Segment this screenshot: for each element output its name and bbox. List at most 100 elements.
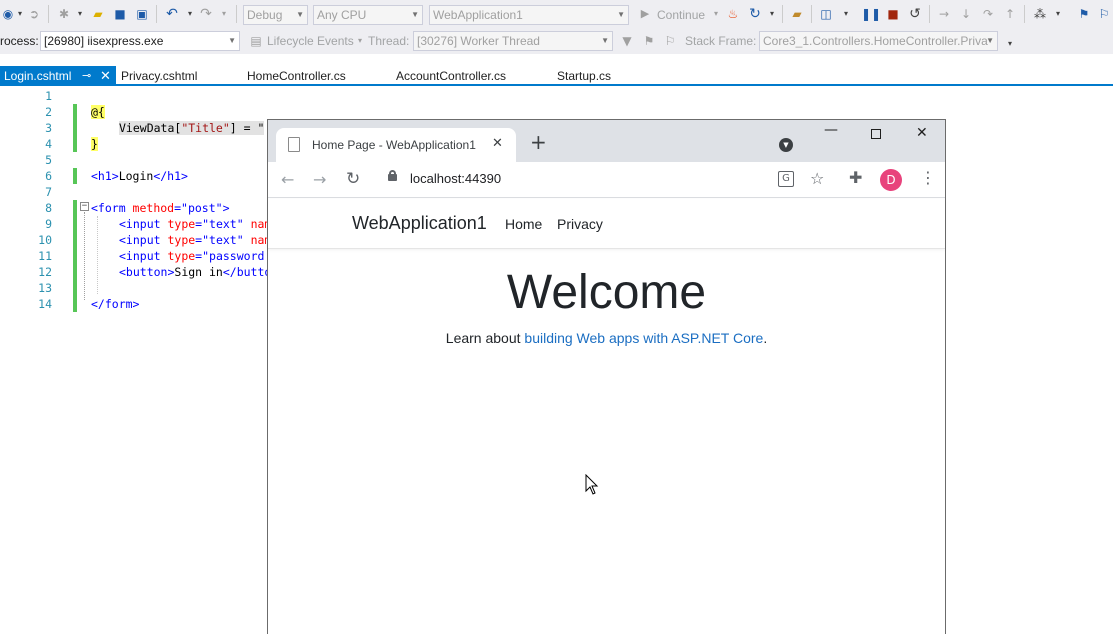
dropdown-arrow-icon[interactable]: ▾ [838, 6, 854, 22]
code-token: Sign in [174, 265, 223, 279]
code-token: "password [202, 249, 265, 263]
thread-icon[interactable]: ⚑ [1076, 6, 1092, 22]
tab-homecontroller-cs[interactable]: HomeController.cs [247, 66, 346, 86]
browser-window[interactable]: Home Page - WebApplication1 ✕ + ▼ — ✕ ← … [267, 119, 946, 634]
code-token: <button> [119, 265, 175, 279]
save-all-icon[interactable]: ▣ [134, 6, 150, 22]
stack-frame-select[interactable]: Core3_1.Controllers.HomeController.Priva… [759, 31, 998, 51]
line-number: 1 [45, 89, 52, 103]
lock-shackle [389, 170, 396, 176]
save-icon[interactable]: ■ [112, 6, 128, 22]
nav-link-privacy[interactable]: Privacy [557, 216, 603, 232]
separator [929, 5, 930, 23]
step-into-icon[interactable]: ↓ [958, 6, 974, 22]
line-number: 11 [38, 249, 52, 263]
tab-search-icon[interactable]: ▼ [779, 138, 793, 152]
change-marker [73, 200, 77, 312]
step-over-icon[interactable]: ↷ [980, 6, 996, 22]
dropdown-arrow-icon[interactable]: ▾ [182, 6, 198, 22]
dropdown-arrow-icon[interactable]: ▾ [1050, 6, 1066, 22]
browser-tab[interactable]: Home Page - WebApplication1 ✕ [276, 128, 516, 162]
profile-avatar[interactable]: D [880, 169, 902, 191]
reload-icon[interactable]: ↻ [346, 169, 360, 189]
line-number: 3 [45, 121, 52, 135]
code-token: > [222, 201, 230, 215]
restart-icon[interactable]: ↺ [907, 6, 923, 22]
maximize-icon[interactable] [871, 129, 881, 139]
browser-link-icon[interactable]: ◫ [818, 6, 834, 22]
solution-config-value: Debug [247, 8, 283, 22]
continue-button[interactable]: Continue [657, 5, 705, 25]
translate-icon[interactable]: G [778, 171, 794, 187]
tab-label: Login.cshtml [4, 69, 72, 83]
page-heading: Welcome [506, 266, 707, 319]
more-menu-icon[interactable]: ⋮ [920, 168, 936, 187]
code-token: ViewData[ [119, 121, 182, 135]
window-close-icon[interactable]: ✕ [916, 125, 928, 141]
close-icon[interactable]: ✕ [100, 66, 111, 86]
dropdown-arrow-icon[interactable]: ▾ [1002, 36, 1018, 52]
hex-display-icon[interactable]: ⁂ [1032, 6, 1048, 22]
startup-project-select[interactable]: WebApplication1 ▼ [429, 5, 629, 25]
undo-icon[interactable]: ↶ [164, 6, 180, 22]
line-number: 7 [45, 185, 52, 199]
indent-guide [97, 216, 98, 294]
close-tab-icon[interactable]: ✕ [492, 136, 503, 151]
dropdown-arrow-icon[interactable]: ▾ [708, 6, 724, 22]
browser-tab-bar: Home Page - WebApplication1 ✕ + ▼ — ✕ [268, 120, 945, 162]
minimize-icon[interactable]: — [824, 122, 838, 138]
folder-icon[interactable]: ▰ [789, 6, 805, 22]
lifecycle-events-button[interactable]: Lifecycle Events [267, 31, 354, 51]
refresh-icon[interactable]: ↻ [747, 6, 763, 22]
stop-icon[interactable]: ■ [885, 6, 901, 22]
tab-accountcontroller-cs[interactable]: AccountController.cs [396, 66, 506, 86]
step-out-icon[interactable]: ↑ [1002, 6, 1018, 22]
learn-paragraph: Learn about building Web apps with ASP.N… [268, 330, 945, 346]
bookmark-star-icon[interactable]: ☆ [810, 169, 824, 188]
forward-icon[interactable]: → [313, 170, 326, 189]
code-token: <form [91, 201, 133, 215]
solution-config-select[interactable]: Debug ▼ [243, 5, 308, 25]
flag-icon[interactable]: ⚐ [662, 33, 678, 49]
thread-select[interactable]: [30276] Worker Thread ▼ [413, 31, 613, 51]
flag-filter-icon[interactable]: ⚑ [641, 33, 657, 49]
redo-icon[interactable]: ↷ [198, 6, 214, 22]
show-next-statement-icon[interactable]: → [936, 6, 952, 22]
code-token: <input [119, 233, 168, 247]
new-project-icon[interactable]: ✱ [56, 6, 72, 22]
lifecycle-icon[interactable]: ▤ [248, 33, 264, 49]
nav-link-home[interactable]: Home [505, 216, 542, 232]
standard-toolbar: ◉ ▾ ➲ ✱ ▾ ▰ ■ ▣ ↶ ▾ ↷ ▾ Debug ▼ Any CPU ▼ … [0, 0, 1113, 30]
hot-reload-icon[interactable]: ♨ [725, 6, 741, 22]
code-token: type [167, 249, 196, 263]
dropdown-arrow-icon[interactable]: ▾ [352, 33, 368, 49]
learn-link[interactable]: building Web apps with ASP.NET Core [524, 330, 763, 346]
site-brand-link[interactable]: WebApplication1 [352, 213, 487, 234]
back-icon[interactable]: ← [281, 170, 294, 189]
dropdown-arrow-icon[interactable]: ▾ [72, 6, 88, 22]
new-tab-icon[interactable]: + [530, 132, 547, 152]
platform-select[interactable]: Any CPU ▼ [313, 5, 423, 25]
code-token: "text" [202, 217, 244, 231]
collapse-icon[interactable]: − [80, 202, 89, 211]
tab-startup-cs[interactable]: Startup.cs [557, 66, 611, 86]
extensions-icon[interactable]: ✚ [849, 168, 862, 187]
address-bar[interactable]: localhost:44390 [378, 166, 826, 194]
open-folder-icon[interactable]: ▰ [90, 6, 106, 22]
tab-privacy-cshtml[interactable]: Privacy.cshtml [121, 66, 197, 86]
learn-prefix: Learn about [445, 330, 525, 346]
tab-login-cshtml[interactable]: Login.cshtml ⊸ ✕ [0, 66, 116, 86]
process-select[interactable]: [26980] iisexpress.exe ▼ [40, 31, 240, 51]
play-icon[interactable]: ▶ [637, 6, 653, 22]
chevron-down-icon: ▼ [601, 36, 609, 45]
forward-nav-icon[interactable]: ➲ [26, 6, 42, 22]
learn-suffix: . [763, 330, 768, 346]
code-token: <input [119, 249, 168, 263]
dropdown-arrow-icon[interactable]: ▾ [764, 6, 780, 22]
dropdown-arrow-icon[interactable]: ▾ [216, 6, 232, 22]
separator [156, 5, 157, 23]
stack-frame-icon[interactable]: ⚐ [1096, 6, 1112, 22]
filter-icon[interactable]: ▼ [619, 33, 635, 49]
pin-icon[interactable]: ⊸ [82, 66, 91, 86]
pause-icon[interactable]: ❚❚ [861, 6, 881, 22]
